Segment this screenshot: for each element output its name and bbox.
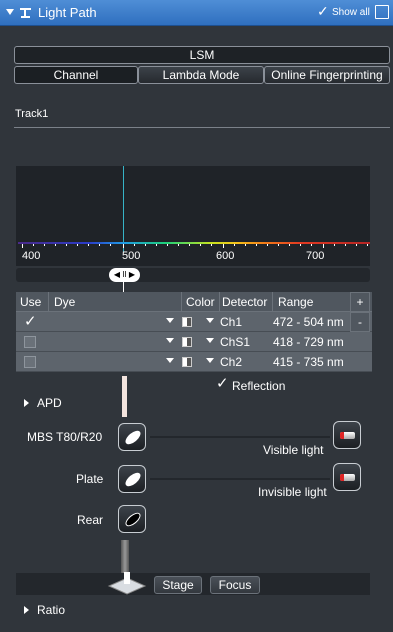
- table-row[interactable]: ChS1 418 - 729 nm: [16, 332, 372, 352]
- color-dropdown-icon[interactable]: [206, 338, 214, 343]
- channel-table: Use Dye Color Detector Range + ✓ Ch1 472…: [16, 292, 372, 372]
- track-divider: [14, 127, 390, 128]
- mirror-dark-icon: [123, 510, 143, 529]
- edit-icon[interactable]: [375, 5, 389, 19]
- track-label: Track1: [15, 108, 49, 120]
- beam-path-upper: [122, 376, 127, 417]
- mirror-icon: [123, 428, 143, 447]
- focus-button[interactable]: Focus: [210, 576, 260, 594]
- range-cell: 418 - 729 nm: [273, 335, 344, 349]
- wavelength-tick-400: 400: [22, 250, 41, 262]
- mirror-icon: [123, 470, 143, 489]
- tab-lambda-mode[interactable]: Lambda Mode: [138, 66, 264, 84]
- col-range: Range: [278, 295, 314, 309]
- use-checkbox[interactable]: [24, 356, 36, 368]
- wavelength-tick-600: 600: [216, 250, 235, 262]
- visible-light-label: Visible light: [263, 443, 324, 457]
- wavelength-slider-track[interactable]: [16, 268, 370, 282]
- color-swatch[interactable]: [182, 337, 192, 347]
- color-dropdown-icon[interactable]: [206, 358, 214, 363]
- tab-channel[interactable]: Channel: [14, 66, 138, 84]
- laser-line-marker: [123, 166, 124, 252]
- stage-icon[interactable]: [107, 572, 147, 598]
- stage-button[interactable]: Stage: [154, 576, 202, 594]
- collapse-triangle-icon[interactable]: [6, 9, 14, 15]
- light-path-icon: [20, 8, 31, 18]
- color-dropdown-icon[interactable]: [206, 318, 214, 323]
- add-channel-button[interactable]: +: [350, 292, 370, 312]
- dye-dropdown-icon[interactable]: [166, 338, 174, 343]
- visible-light-source-button[interactable]: [333, 421, 361, 449]
- light-path-header[interactable]: Light Path ✓ Show all: [0, 0, 393, 26]
- range-cell: 415 - 735 nm: [273, 355, 344, 369]
- table-row[interactable]: Ch2 415 - 735 nm: [16, 352, 372, 372]
- dye-dropdown-icon[interactable]: [166, 318, 174, 323]
- invisible-light-source-button[interactable]: [333, 463, 361, 491]
- tab-online-fingerprinting[interactable]: Online Fingerprinting: [264, 66, 390, 84]
- show-all-label[interactable]: Show all: [332, 7, 370, 18]
- spectrum-ticks: [22, 244, 368, 248]
- invisible-light-label: Invisible light: [258, 485, 327, 499]
- reflection-check-icon[interactable]: ✓: [216, 376, 229, 391]
- invisible-light-path: [150, 478, 330, 480]
- apd-label[interactable]: APD: [37, 396, 62, 410]
- col-dye: Dye: [54, 295, 76, 309]
- slider-pointer-line: [123, 282, 124, 292]
- ratio-label[interactable]: Ratio: [37, 603, 65, 617]
- mbs-label: MBS T80/R20: [27, 430, 103, 444]
- plate-mirror-button[interactable]: [118, 465, 146, 493]
- apd-expand-icon[interactable]: [24, 399, 29, 407]
- use-checkbox[interactable]: [24, 336, 36, 348]
- remove-channel-button[interactable]: -: [350, 312, 370, 332]
- show-all-check-icon[interactable]: ✓: [317, 3, 329, 20]
- dye-dropdown-icon[interactable]: [166, 358, 174, 363]
- wavelength-tick-500: 500: [122, 250, 141, 262]
- detector-cell: Ch2: [220, 355, 243, 369]
- table-header: Use Dye Color Detector Range: [16, 292, 372, 312]
- mbs-mirror-button[interactable]: [118, 423, 146, 451]
- plate-label: Plate: [76, 472, 104, 486]
- ratio-expand-icon[interactable]: [24, 606, 29, 614]
- table-row[interactable]: ✓ Ch1 472 - 504 nm: [16, 312, 372, 332]
- col-detector: Detector: [222, 295, 268, 309]
- detector-cell: Ch1: [220, 315, 243, 329]
- use-checkbox[interactable]: ✓: [24, 314, 37, 329]
- rear-label: Rear: [77, 513, 104, 527]
- wavelength-tick-700: 700: [306, 250, 325, 262]
- range-cell: 472 - 504 nm: [273, 315, 344, 329]
- rear-mirror-button[interactable]: [118, 505, 146, 533]
- color-swatch[interactable]: [182, 317, 192, 327]
- visible-light-path: [150, 436, 330, 438]
- color-swatch[interactable]: [182, 357, 192, 367]
- col-color: Color: [186, 295, 215, 309]
- wavelength-slider-knob[interactable]: ◀ II ▶: [109, 268, 140, 282]
- detector-cell: ChS1: [220, 335, 251, 349]
- reflection-label[interactable]: Reflection: [232, 379, 285, 393]
- tab-lsm[interactable]: LSM: [14, 46, 390, 64]
- col-use: Use: [20, 295, 42, 309]
- panel-title: Light Path: [38, 5, 97, 20]
